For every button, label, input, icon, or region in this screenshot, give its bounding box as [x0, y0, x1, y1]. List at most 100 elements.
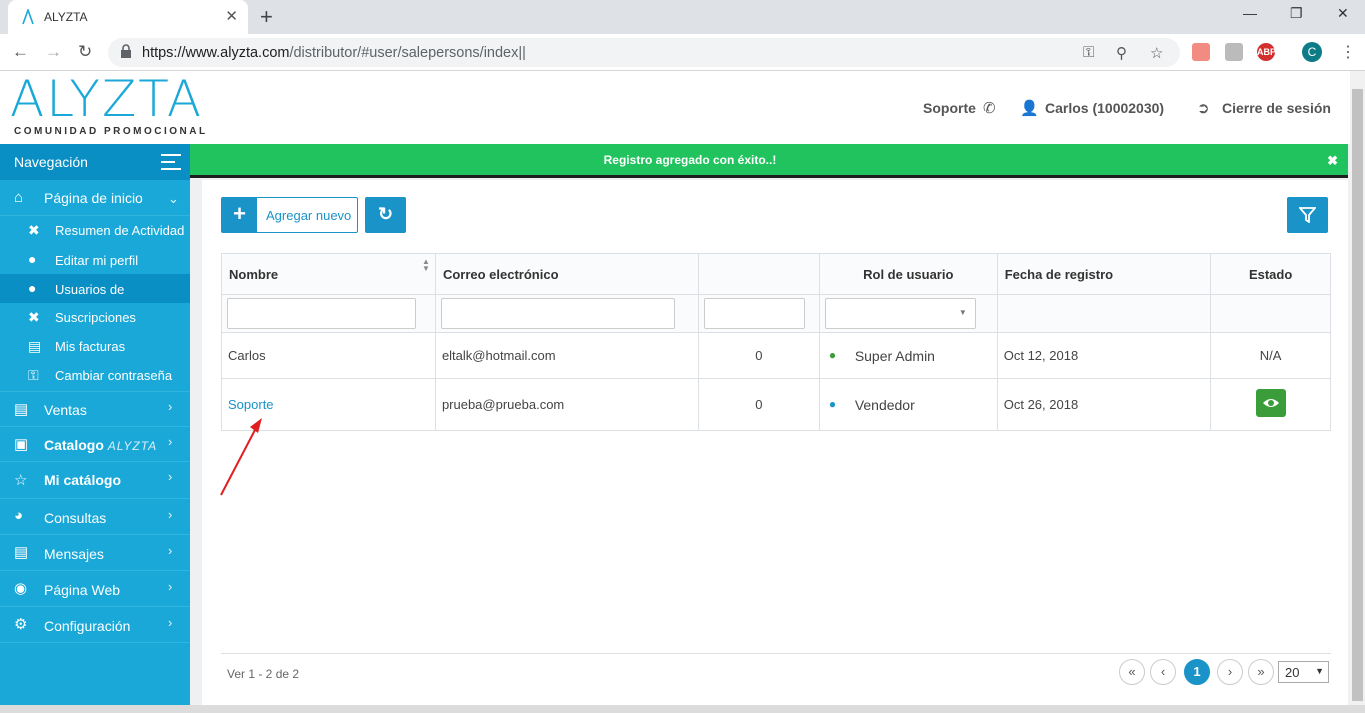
logout-link[interactable]: Cierre de sesión [1222, 100, 1331, 116]
cell-date: Oct 12, 2018 [996, 332, 1212, 379]
current-page-button[interactable]: 1 [1184, 659, 1210, 685]
email-filter-input[interactable] [440, 298, 675, 329]
lock-icon [121, 44, 131, 58]
sidebar-subitem-activity[interactable]: ✖ Resumen de Actividad [0, 216, 190, 245]
sidebar-subitem-label: Usuarios de [55, 282, 125, 297]
support-link[interactable]: Soporte [923, 100, 976, 116]
sidebar-subitem-subscriptions[interactable]: ✖ Suscripciones [0, 303, 190, 332]
sidebar-item-label: Consultas [44, 510, 107, 526]
back-arrow-icon[interactable]: ← [12, 42, 29, 62]
funnel-icon [1299, 207, 1316, 223]
close-icon[interactable]: ✖ [1327, 153, 1338, 169]
next-page-button[interactable]: › [1217, 659, 1243, 685]
plus-icon: + [222, 198, 257, 232]
address-bar[interactable]: https://www.alyzta.com/distributor/#user… [108, 38, 1180, 67]
sort-icon[interactable]: ▲ ▼ [422, 258, 430, 273]
hamburger-menu-icon[interactable] [161, 153, 181, 170]
count-filter-input[interactable] [703, 298, 805, 329]
table-row[interactable]: Soporte prueba@prueba.com 0 ● Vendedor Oc… [221, 378, 1331, 431]
cell-email: eltalk@hotmail.com [434, 332, 699, 379]
minimize-button[interactable]: — [1243, 5, 1257, 21]
sidebar-item-label: Mi catálogo [44, 472, 122, 488]
sidebar-item-label: Configuración [44, 618, 131, 634]
column-header-role[interactable]: Rol de usuario [818, 253, 998, 295]
sidebar-item-consultas[interactable]: ◕ Consultas › [0, 499, 190, 535]
sidebar-item-mensajes[interactable]: ▤ Mensajes › [0, 535, 190, 571]
restore-button[interactable]: ❐ [1290, 5, 1303, 22]
column-header-email[interactable]: Correo electrónico [434, 253, 699, 295]
refresh-icon: ↻ [377, 204, 394, 224]
star-icon: ☆ [14, 472, 28, 489]
chevron-right-icon: › [168, 469, 173, 484]
prev-page-button[interactable]: ‹ [1150, 659, 1176, 685]
alert-message: Registro agregado con éxito..! [603, 153, 777, 167]
sidebar-item-label: Mensajes [44, 546, 104, 562]
clipboard-icon: ▤ [14, 544, 29, 561]
sidebar-item-pagina-web[interactable]: ◉ Página Web › [0, 571, 190, 607]
add-new-label: Agregar nuevo [266, 208, 352, 223]
ledger-icon: ▤ [14, 401, 29, 418]
filter-button[interactable] [1287, 197, 1328, 233]
sidebar: Navegación ⌂ Página de inicio ⌄ ✖ Resume… [0, 144, 190, 705]
forward-arrow-icon[interactable]: → [45, 42, 62, 62]
view-button[interactable] [1255, 389, 1286, 417]
key-icon[interactable]: ⚿ [1083, 44, 1094, 61]
footer-divider [221, 653, 1331, 654]
scrollbar-thumb[interactable] [1352, 89, 1363, 701]
alyzta-favicon-icon [22, 9, 34, 25]
user-name[interactable]: Carlos (10002030) [1045, 100, 1164, 116]
sidebar-subitem-invoices[interactable]: ▤ Mis facturas [0, 332, 190, 361]
table-row[interactable]: Carlos eltalk@hotmail.com 0 ● Super Admin… [221, 332, 1331, 379]
last-page-button[interactable]: » [1248, 659, 1274, 685]
sidebar-item-label: Ventas [44, 402, 87, 418]
close-window-button[interactable]: ✕ [1337, 5, 1349, 22]
role-label: Super Admin [854, 347, 935, 364]
profile-avatar[interactable]: C [1302, 42, 1322, 62]
tab-close-icon[interactable]: ✕ [225, 7, 238, 25]
sidebar-item-home[interactable]: ⌂ Página de inicio ⌄ [0, 180, 190, 216]
sidebar-title: Navegación [14, 154, 88, 170]
sidebar-subitem-profile[interactable]: ● Editar mi perfil [0, 245, 190, 274]
page-scrollbar[interactable] [1350, 71, 1365, 705]
column-header-date[interactable]: Fecha de registro [996, 253, 1212, 295]
sidebar-subitem-users[interactable]: ● Usuarios de [0, 274, 190, 303]
reload-icon[interactable]: ↻ [78, 42, 92, 62]
extension-share-icon[interactable] [1192, 43, 1210, 61]
name-filter-input[interactable] [227, 298, 416, 329]
sidebar-item-ventas[interactable]: ▤ Ventas › [0, 392, 190, 427]
phone-icon: ✆ [983, 100, 996, 117]
logout-icon: ➲ [1197, 100, 1210, 117]
page-size-select[interactable]: 20 ▼ [1278, 661, 1329, 683]
logo[interactable]: ALYZTA [10, 70, 203, 128]
chevron-right-icon: › [168, 434, 173, 449]
column-header-name[interactable]: Nombre ▲ ▼ [221, 253, 436, 295]
sidebar-subitem-password[interactable]: ⚿ Cambiar contraseña [0, 361, 190, 392]
role-filter-select[interactable]: ▼ [824, 298, 976, 329]
table-header-row: Nombre ▲ ▼ Correo electrónico Rol de usuar… [221, 253, 1331, 295]
sidebar-subitem-label: Mis facturas [55, 339, 126, 354]
user-icon: 👤 [1020, 100, 1039, 117]
sidebar-item-catalogo[interactable]: ▣ Catalogo ALYZTA › [0, 427, 190, 462]
users-panel: + Agregar nuevo ↻ Nombre ▲ ▼ Correo electr… [202, 180, 1348, 705]
sidebar-item-configuracion[interactable]: ⚙ Configuración › [0, 607, 190, 643]
column-header-status[interactable]: Estado [1210, 253, 1331, 295]
extension-pdf-icon[interactable] [1225, 43, 1243, 61]
first-page-button[interactable]: « [1119, 659, 1145, 685]
zoom-icon[interactable]: ⚲ [1116, 44, 1127, 62]
browser-tab[interactable]: ALYZTA ✕ [8, 0, 248, 34]
refresh-button[interactable]: ↻ [365, 197, 406, 233]
add-new-button[interactable]: + Agregar nuevo [221, 197, 358, 233]
sidebar-item-mi-catalogo[interactable]: ☆ Mi catálogo › [0, 462, 190, 499]
adblock-icon[interactable]: ABP [1257, 43, 1276, 61]
browser-menu-icon[interactable]: ⋮ [1340, 42, 1356, 62]
bookmark-star-icon[interactable]: ☆ [1150, 44, 1163, 62]
user-icon: ● [28, 251, 37, 267]
new-tab-button[interactable]: + [260, 4, 273, 30]
cell-role: ● Vendedor [818, 378, 998, 431]
bottom-strip [0, 705, 1365, 713]
page-size-value: 20 [1285, 665, 1300, 680]
sidebar-subitem-label: Editar mi perfil [55, 253, 139, 268]
eye-icon [1262, 399, 1279, 407]
url-text: https://www.alyzta.com/distributor/#user… [142, 45, 526, 61]
chevron-down-icon: ⌄ [168, 191, 179, 206]
